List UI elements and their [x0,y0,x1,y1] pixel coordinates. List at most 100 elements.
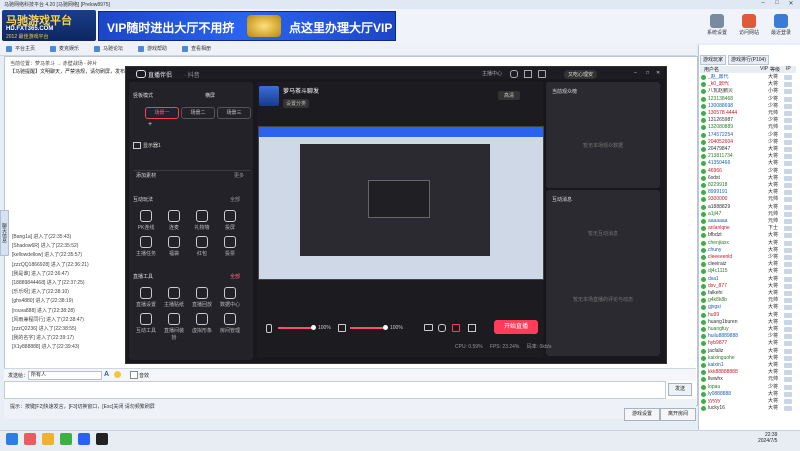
tool-item[interactable]: 数据中心 [219,287,241,308]
tool-item[interactable]: 互动工具 [135,313,157,334]
user-row[interactable]: chenjiaxx 大将 [700,240,796,247]
user-row[interactable]: bfbdzt 大将 [700,232,796,239]
user-row[interactable]: lopau 少将 [700,384,796,391]
add-source-button[interactable]: 添加素材 [136,172,156,179]
wechat-icon[interactable] [60,433,72,445]
tool-item[interactable]: 礼物墙 [191,210,213,231]
mic-volume-knob[interactable] [311,325,316,330]
toolbar-album[interactable]: 查看相册 [182,45,211,53]
toolbar-home[interactable]: 平台主页 [6,45,35,53]
font-icon[interactable]: A [104,371,109,378]
user-row[interactable]: hyb9877 大将 [700,340,796,347]
orientation-toggle[interactable]: 横屏 [205,92,215,99]
home-icon[interactable] [538,70,546,78]
user-row[interactable]: llwwhx 元帅 [700,376,796,383]
user-row[interactable]: yyyyy 大将 [700,398,796,405]
user-row[interactable]: lucky16 大将 [700,405,796,412]
quality-select[interactable]: 高清 [498,91,521,100]
user-row[interactable]: gjxgsi 大将 [700,304,796,311]
close-icon[interactable]: ✕ [784,0,798,7]
user-row[interactable]: aaaaaaa 元帅 [700,218,796,225]
user-row[interactable]: cleeiraiz 大将 [700,261,796,268]
user-row[interactable]: g4k8k8b 元帅 [700,297,796,304]
tool-item[interactable]: 连麦 [163,210,185,231]
interaction-more[interactable]: 全部 [230,196,240,203]
speaker-icon[interactable] [338,324,346,332]
user-row[interactable]: a1888829 大将 [700,204,796,211]
side-tab-chat[interactable]: 聊天信息 [0,210,9,256]
user-row[interactable]: 130088698 少将 [700,103,796,110]
category-tag[interactable]: 设置分类 [283,99,310,108]
tab-ranking[interactable]: 游戏排行(P104) [728,55,770,65]
tool-item[interactable]: 直播回放 [191,287,213,308]
mic-volume-slider[interactable] [278,325,316,330]
vip-ad-banner[interactable]: VIP随时进出大厅不用挤 点这里办理大厅VIP [98,11,396,41]
speaker-volume-knob[interactable] [383,325,388,330]
maximize-icon[interactable]: □ [770,0,784,6]
user-row[interactable]: 9300000 元帅 [700,196,796,203]
user-row[interactable]: cleeeeenld 少将 [700,254,796,261]
user-row[interactable]: 204052604 少将 [700,139,796,146]
user-row[interactable]: 20479847 大将 [700,146,796,153]
anchor-center-button[interactable]: 主播中心 [482,70,502,77]
visit-website-button[interactable]: 访问网站 [734,13,764,41]
col-username[interactable]: 用户名 [704,66,719,73]
stream-close-icon[interactable]: ✕ [656,70,660,76]
tool-item[interactable]: 投屏 [219,210,241,231]
user-row[interactable]: 8999191 大将 [700,189,796,196]
user-row[interactable]: chuny 大将 [700,247,796,254]
stream-maximize-icon[interactable]: □ [646,70,649,76]
user-row[interactable]: dj4c1115 大将 [700,268,796,275]
tool-item[interactable]: 福袋 [163,236,185,257]
game-settings-button[interactable]: 游戏设置 [624,408,660,421]
user-row[interactable]: huang1buren 大将 [700,319,796,326]
user-row[interactable]: 213811734 大将 [700,153,796,160]
user-row[interactable]: dsa1 大将 [700,276,796,283]
tab-players[interactable]: 游戏玩家 [700,55,727,65]
user-row[interactable]: huilu8889888 少将 [700,333,796,340]
add-source-more[interactable]: 更多 [234,172,244,179]
stream-app-taskbar-icon[interactable] [96,433,108,445]
toolbar-forum[interactable]: 马驰论坛 [94,45,123,53]
user-row[interactable]: 46966 少将 [700,168,796,175]
col-vip[interactable]: VIP [760,66,768,72]
user-row[interactable]: 130578 4444 元帅 [700,110,796,117]
user-badge[interactable]: 又吃心理安 [564,70,598,79]
app-icon-1[interactable] [24,433,36,445]
user-row[interactable]: kkk88888888 大将 [700,369,796,376]
user-row[interactable]: anlanlqne 下士 [700,225,796,232]
toolbar-help[interactable]: 游戏帮助 [138,45,167,53]
screen-record-icon[interactable] [452,324,460,332]
layout-icon[interactable] [468,324,476,332]
system-settings-button[interactable]: 系统设置 [702,13,732,41]
user-row[interactable]: dsv_877 大将 [700,283,796,290]
scene-tab-1[interactable]: 场景一 [145,107,179,119]
user-row[interactable]: 6xdst 大将 [700,175,796,182]
settings-icon[interactable] [510,70,518,78]
col-ip[interactable]: IP [786,66,791,72]
tool-item[interactable]: 直播设置 [135,287,157,308]
stream-minimize-icon[interactable]: – [634,70,637,76]
tool-item[interactable]: 投票 [219,236,241,257]
speaker-volume-slider[interactable] [350,325,388,330]
browser-icon[interactable] [78,433,90,445]
feedback-icon[interactable] [524,70,532,78]
microphone-icon[interactable] [266,324,272,333]
toolbar-mic[interactable]: 麦克娱乐 [50,45,79,53]
user-row[interactable]: 8229918 大将 [700,182,796,189]
recent-login-button[interactable]: 最近登录 [766,13,796,41]
folder-icon[interactable] [42,433,54,445]
leave-room-button[interactable]: 离开房间 [660,408,696,421]
streamer-name[interactable]: 萝马茶斗聊发 [283,86,319,95]
user-row[interactable]: 131265987 少将 [700,117,796,124]
user-row[interactable]: 132080889 元帅 [700,124,796,131]
user-row[interactable]: ly0888888 大将 [700,391,796,398]
tool-item[interactable]: 红包 [191,236,213,257]
user-row[interactable]: _赵_鼎代 大将 [700,74,796,81]
emoji-icon[interactable] [114,371,121,378]
scene-tab-2[interactable]: 场景二 [181,107,215,119]
record-icon[interactable] [438,324,446,332]
tool-item[interactable]: 虚拟形象 [191,313,213,334]
user-row[interactable]: a1jl47 元帅 [700,211,796,218]
user-row[interactable]: 八瓦赵鹏贝 小将 [700,88,796,95]
